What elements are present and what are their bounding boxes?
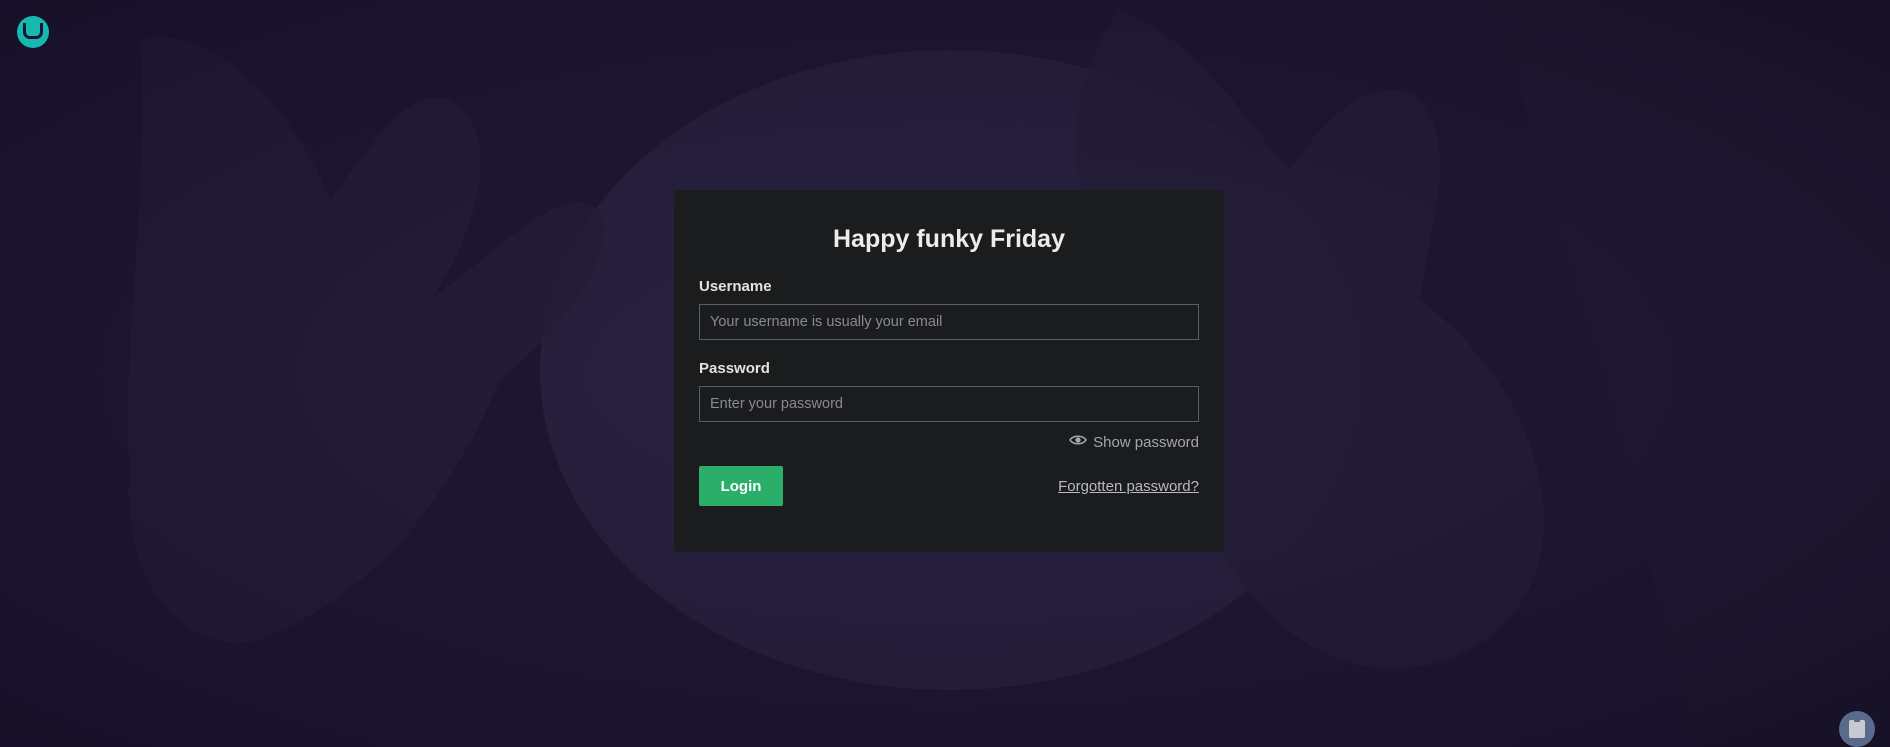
help-icon-shape [1849,717,1865,738]
umbraco-logo-icon[interactable] [17,16,49,48]
username-input[interactable] [699,304,1199,340]
forgot-password-link[interactable]: Forgotten password? [1058,478,1199,495]
username-label: Username [699,278,772,295]
login-actions: Login Forgotten password? [699,466,1199,506]
password-input[interactable] [699,386,1199,422]
login-button[interactable]: Login [699,466,783,506]
logo-mark [23,23,43,39]
eye-icon [1069,431,1088,453]
show-password-label: Show password [1093,434,1199,451]
password-field-group: Password [699,360,1199,422]
help-clipboard-icon[interactable] [1839,711,1875,747]
greeting-title: Happy funky Friday [833,225,1065,253]
password-label: Password [699,360,770,377]
login-panel: Happy funky Friday Username Password Sho… [674,190,1224,552]
username-field-group: Username [699,278,1199,340]
show-password-toggle[interactable]: Show password [699,432,1199,454]
